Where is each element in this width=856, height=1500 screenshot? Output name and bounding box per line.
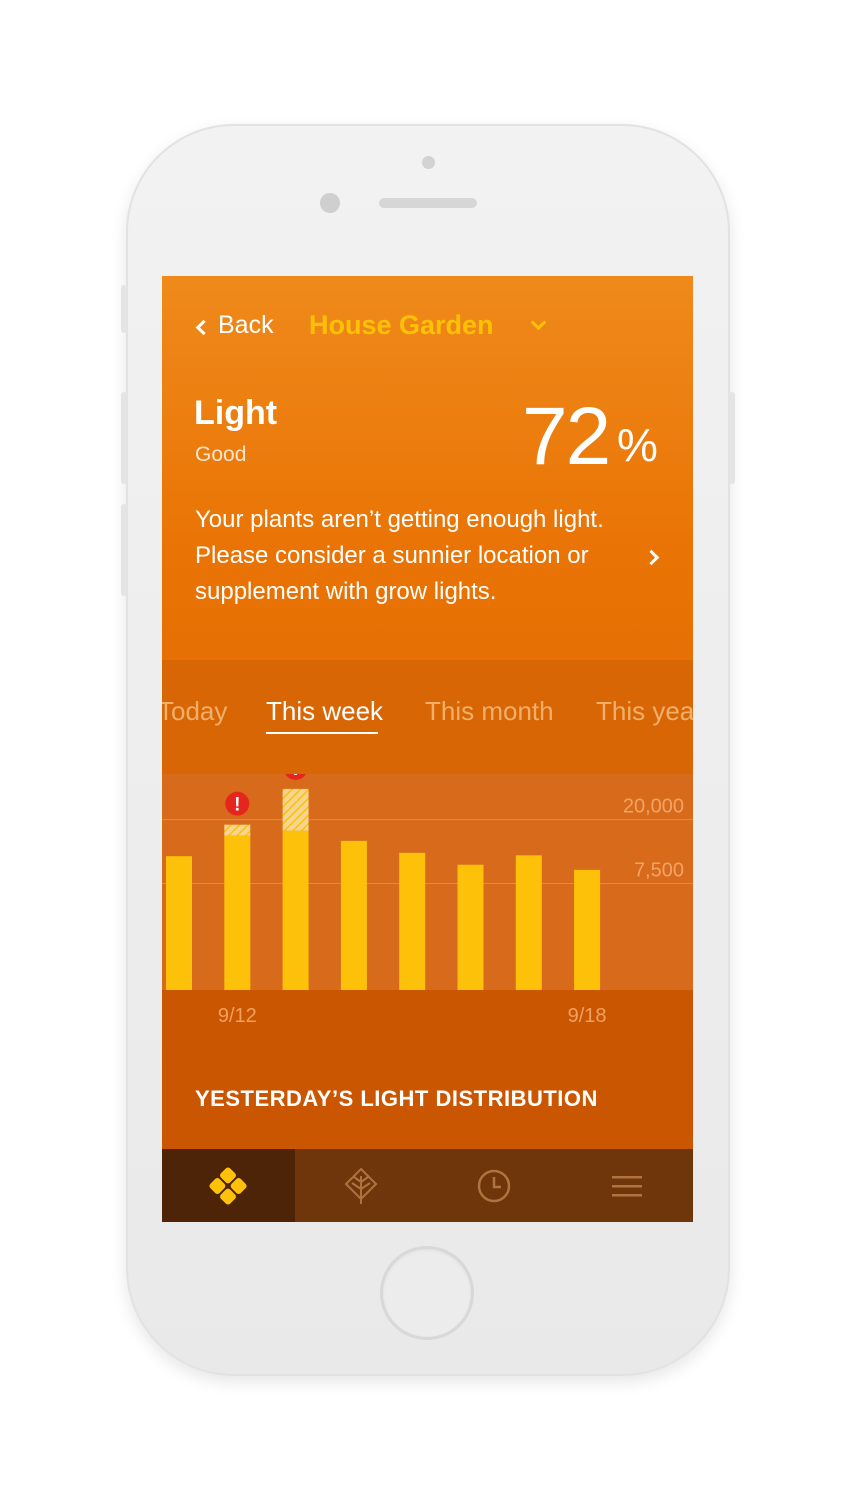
metric-unit: %	[617, 419, 658, 471]
metric-name: Light	[194, 394, 278, 432]
alert-mark: !	[234, 795, 240, 816]
chart-bar[interactable]	[515, 855, 542, 990]
earpiece-speaker	[379, 198, 477, 208]
volume-down-button	[121, 504, 127, 596]
silent-switch	[121, 285, 127, 333]
section-title: YESTERDAY’S LIGHT DISTRIBUTION	[195, 1086, 598, 1111]
tabbar-item-history[interactable]	[428, 1149, 561, 1222]
active-tab-indicator	[266, 732, 378, 734]
tab-this-week[interactable]: This week	[266, 696, 383, 727]
message-line: Your plants aren’t getting enough light.	[195, 506, 604, 533]
sensor-diamond-icon	[209, 1166, 247, 1205]
chevron-left-icon	[195, 319, 212, 336]
chart-bar[interactable]	[340, 840, 367, 990]
chart-bar[interactable]	[457, 864, 484, 990]
chart-bar[interactable]	[282, 830, 309, 990]
chart-bar[interactable]	[574, 869, 601, 990]
chevron-right-icon[interactable]	[643, 549, 660, 566]
tabbar-item-menu[interactable]	[560, 1149, 693, 1222]
chart-bar[interactable]	[166, 856, 192, 990]
clock-icon	[477, 1169, 511, 1202]
home-button[interactable]	[380, 1246, 474, 1340]
menu-icon	[611, 1175, 642, 1196]
volume-up-button	[121, 392, 127, 484]
y-tick-label: 20,000	[623, 796, 684, 818]
proximity-sensor	[422, 156, 435, 169]
tab-this-year[interactable]: This year	[596, 696, 693, 727]
message-line: supplement with grow lights.	[195, 578, 497, 605]
chart-bar[interactable]	[224, 835, 251, 990]
app-screen: Back House Garden Light Good 72 % Your p…	[162, 276, 693, 1222]
metric-value: 72	[522, 391, 611, 482]
metric-status: Good	[195, 443, 247, 466]
chart-bar-overflow	[224, 824, 251, 836]
message-line: Please consider a sunnier location or	[195, 542, 589, 569]
back-label: Back	[218, 311, 274, 339]
chart-bar[interactable]	[399, 852, 426, 990]
tab-this-month[interactable]: This month	[425, 696, 554, 727]
bottom-tab-bar	[162, 1149, 693, 1222]
chevron-down-icon	[530, 314, 547, 331]
alert-mark: !	[292, 774, 298, 780]
period-tabs: Today This week This month This year	[162, 660, 693, 774]
y-tick-label: 7,500	[634, 859, 684, 881]
recommendation-message[interactable]: Your plants aren’t getting enough light.…	[195, 502, 645, 610]
tabbar-item-sensor[interactable]	[162, 1149, 295, 1222]
light-bar-chart: 20,000 7,500!! 9/12 9/18	[162, 774, 693, 1027]
leaf-icon	[344, 1167, 378, 1204]
garden-title: House Garden	[309, 310, 494, 340]
x-tick-label: 9/12	[218, 1005, 257, 1027]
x-tick-label: 9/18	[568, 1005, 607, 1027]
tab-today[interactable]: Today	[162, 696, 227, 727]
front-camera	[320, 193, 340, 213]
chart-bar-overflow	[282, 788, 309, 831]
power-button	[729, 392, 735, 484]
nav-bar: Back House Garden	[162, 276, 693, 376]
tabbar-item-plants[interactable]	[295, 1149, 428, 1222]
